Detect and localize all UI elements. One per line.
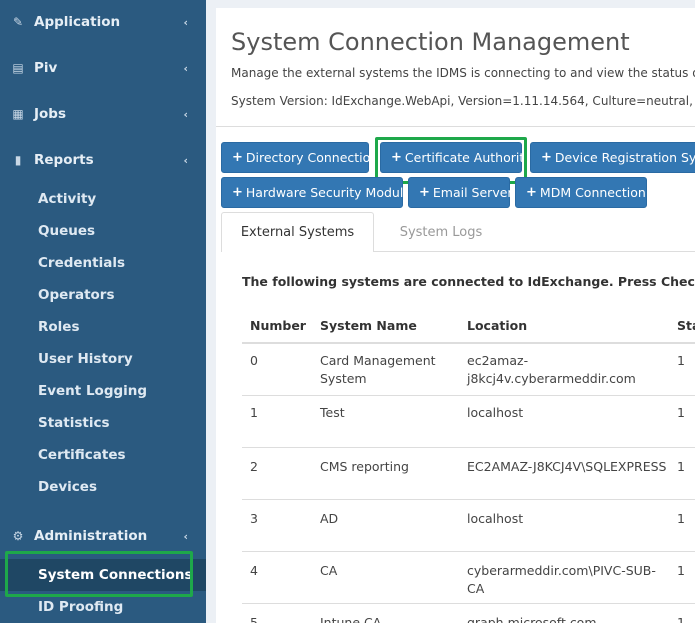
tab-external-systems[interactable]: External Systems <box>221 212 374 252</box>
sidebar-item-piv[interactable]: ▤ Piv ‹ <box>0 53 206 83</box>
sidebar-subitem-devices[interactable]: Devices <box>38 479 97 495</box>
highlight-outline <box>5 551 193 597</box>
cell-location: localhost <box>467 511 524 526</box>
cell-number: 5 <box>250 615 258 623</box>
cell-number: 2 <box>250 459 258 474</box>
content-panel: System Connection Management Manage the … <box>216 8 695 623</box>
cell-status: 1 <box>677 511 685 526</box>
table-row: 3 AD localhost 1 <box>242 500 695 552</box>
cell-number: 1 <box>250 405 258 420</box>
plus-icon: + <box>541 150 552 165</box>
add-hardware-security-module-button[interactable]: + Hardware Security Module <box>221 177 411 208</box>
page-title: System Connection Management <box>231 28 630 56</box>
calendar-icon: ▦ <box>12 107 24 121</box>
cell-system-name: Intune CA <box>320 615 382 623</box>
sidebar-subitem-event-logging[interactable]: Event Logging <box>38 383 147 399</box>
sidebar-item-label: Application <box>34 14 121 30</box>
column-header-status: Sta <box>677 318 695 333</box>
cell-system-name: CA <box>320 563 338 578</box>
cell-status: 1 <box>677 459 685 474</box>
column-header-location: Location <box>467 318 528 333</box>
chevron-left-icon: ‹ <box>183 61 188 75</box>
sidebar-item-reports[interactable]: ▮ Reports ‹ <box>0 145 206 175</box>
intro-text: The following systems are connected to I… <box>242 274 695 289</box>
sidebar-subitem-certificates[interactable]: Certificates <box>38 447 126 463</box>
tab-system-logs[interactable]: System Logs <box>376 212 506 252</box>
sidebar-subitem-queues[interactable]: Queues <box>38 223 95 239</box>
cell-status: 1 <box>677 405 685 420</box>
cell-number: 4 <box>250 563 258 578</box>
plus-icon: + <box>419 185 430 200</box>
plus-icon: + <box>526 185 537 200</box>
main-content: System Connection Management Manage the … <box>206 0 695 623</box>
cell-status: 1 <box>677 563 685 578</box>
cell-status: 1 <box>677 353 685 368</box>
button-label: Email Server <box>432 185 513 200</box>
id-card-icon: ▤ <box>12 61 24 75</box>
sidebar-subitem-activity[interactable]: Activity <box>38 191 96 207</box>
button-label: Directory Connection <box>245 150 379 165</box>
button-label: Hardware Security Module <box>245 185 411 200</box>
sidebar-item-application[interactable]: ✎ Application ‹ <box>0 7 206 37</box>
sidebar-subitem-operators[interactable]: Operators <box>38 287 115 303</box>
chevron-left-icon: ‹ <box>183 107 188 121</box>
sidebar-subitem-roles[interactable]: Roles <box>38 319 80 335</box>
edit-icon: ✎ <box>12 15 24 29</box>
cell-location: localhost <box>467 405 524 420</box>
button-label: MDM Connection <box>539 185 646 200</box>
button-label: Device Registration Syster <box>554 150 695 165</box>
bar-chart-icon: ▮ <box>14 153 22 167</box>
add-mdm-connection-button[interactable]: + MDM Connection <box>515 177 647 208</box>
cell-system-name: CMS reporting <box>320 459 409 474</box>
table-row: 0 Card Management System ec2amaz-j8kcj4v.… <box>242 344 695 396</box>
add-directory-connection-button[interactable]: + Directory Connection <box>221 142 378 173</box>
cell-system-name: AD <box>320 511 339 526</box>
tab-divider <box>374 251 695 252</box>
cell-location: graph.microsoft.com <box>467 615 597 623</box>
sidebar-item-label: Reports <box>34 152 94 168</box>
sidebar-item-label: Piv <box>34 60 58 76</box>
chevron-left-icon: ‹ <box>183 15 188 29</box>
cell-number: 3 <box>250 511 258 526</box>
add-device-registration-system-button[interactable]: + Device Registration Syster <box>530 142 695 173</box>
cell-number: 0 <box>250 353 258 368</box>
column-header-system-name: System Name <box>320 318 417 333</box>
sidebar-subitem-credentials[interactable]: Credentials <box>38 255 125 271</box>
table-row: 5 Intune CA graph.microsoft.com 1 <box>242 604 695 623</box>
sidebar-subitem-user-history[interactable]: User History <box>38 351 133 367</box>
sidebar-item-administration[interactable]: ⚙ Administration ‹ <box>0 521 206 551</box>
system-version: System Version: IdExchange.WebApi, Versi… <box>231 94 695 108</box>
sidebar-subitem-id-proofing[interactable]: ID Proofing <box>38 599 123 615</box>
column-header-number: Number <box>250 318 306 333</box>
cell-system-name: Test <box>320 405 345 420</box>
sidebar-item-label: Jobs <box>34 106 66 122</box>
add-email-server-button[interactable]: + Email Server <box>408 177 513 208</box>
sidebar-item-label: Administration <box>34 528 148 544</box>
cell-location: cyberarmeddir.com\PIVC-SUB- CA <box>467 563 656 596</box>
plus-icon: + <box>232 150 243 165</box>
table-row: 1 Test localhost 1 <box>242 396 695 448</box>
cell-location: EC2AMAZ-J8KCJ4V\SQLEXPRESS <box>467 459 667 474</box>
table-row: 4 CA cyberarmeddir.com\PIVC-SUB- CA 1 <box>242 552 695 604</box>
gear-icon: ⚙ <box>12 529 24 543</box>
chevron-left-icon: ‹ <box>183 529 188 543</box>
sidebar: ✎ Application ‹ ▤ Piv ‹ ▦ Jobs ‹ ▮ Repor… <box>0 0 206 623</box>
divider <box>216 126 695 127</box>
plus-icon: + <box>232 185 243 200</box>
sidebar-subitem-statistics[interactable]: Statistics <box>38 415 110 431</box>
cell-status: 1 <box>677 615 685 623</box>
chevron-left-icon: ‹ <box>183 153 188 167</box>
cell-location: ec2amaz-j8kcj4v.cyberarmeddir.com <box>467 353 636 386</box>
sidebar-item-jobs[interactable]: ▦ Jobs ‹ <box>0 99 206 129</box>
table-row: 2 CMS reporting EC2AMAZ-J8KCJ4V\SQLEXPRE… <box>242 448 695 500</box>
cell-system-name: Card Management System <box>320 353 436 386</box>
page-description: Manage the external systems the IDMS is … <box>231 66 695 80</box>
